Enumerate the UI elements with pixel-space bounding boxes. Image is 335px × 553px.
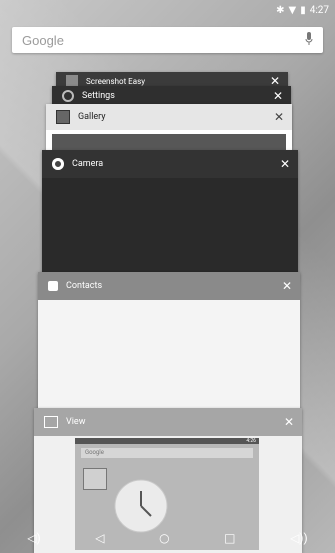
back-button[interactable]: ◁ xyxy=(95,531,104,545)
google-search-bar[interactable]: Google xyxy=(12,27,323,53)
preview-time: 4:26 xyxy=(246,438,256,444)
volume-up-button[interactable]: ◁)) xyxy=(290,531,308,545)
wifi-icon: ▼ xyxy=(288,4,297,16)
app-title: Gallery xyxy=(78,112,106,122)
recent-app-card-contacts[interactable]: Contacts ✕ xyxy=(38,272,300,422)
app-title: Screenshot Easy xyxy=(86,76,145,86)
close-card-button[interactable]: ✕ xyxy=(280,158,290,170)
gallery-icon xyxy=(56,110,70,124)
app-title: Contacts xyxy=(66,281,103,291)
recent-app-card-camera[interactable]: Camera ✕ xyxy=(42,150,298,280)
app-title: View xyxy=(66,417,86,427)
preview-search: Google xyxy=(81,448,253,458)
camera-icon xyxy=(52,158,64,170)
close-card-button[interactable]: ✕ xyxy=(273,90,283,102)
battery-icon: ▮ xyxy=(300,4,306,16)
home-button[interactable]: ○ xyxy=(159,531,169,545)
recents-button[interactable]: □ xyxy=(224,531,235,545)
bluetooth-icon: ✱ xyxy=(276,4,285,16)
status-bar: ✱ ▼ ▮ 4:27 xyxy=(0,0,335,20)
mic-icon[interactable] xyxy=(305,32,313,46)
google-logo: Google xyxy=(22,32,64,48)
gear-icon xyxy=(62,90,74,102)
contacts-icon xyxy=(48,281,58,291)
preview-status-bar: 4:26 xyxy=(75,438,259,444)
volume-down-button[interactable]: ◁) xyxy=(27,531,40,545)
preview-app-icon xyxy=(83,468,107,490)
time: 4:27 xyxy=(309,4,329,16)
app-title: Settings xyxy=(82,91,115,101)
preview-search-hint: Google xyxy=(85,449,104,456)
navigation-bar: ◁) ◁ ○ □ ◁)) xyxy=(0,523,335,553)
close-card-button[interactable]: ✕ xyxy=(282,280,292,292)
photo-icon xyxy=(44,416,58,428)
app-title: Camera xyxy=(72,159,104,169)
close-card-button[interactable]: ✕ xyxy=(274,111,284,123)
close-card-button[interactable]: ✕ xyxy=(284,416,294,428)
